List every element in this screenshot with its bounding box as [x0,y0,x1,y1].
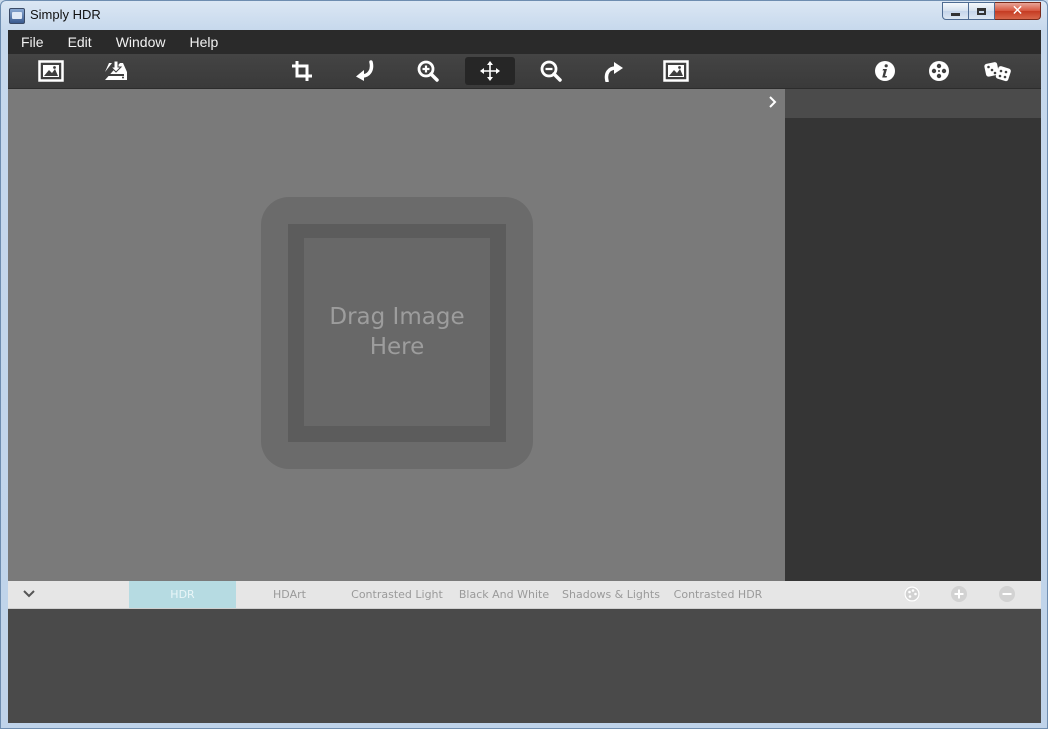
palette-icon [904,586,920,602]
minimize-button[interactable] [942,2,969,20]
drop-zone[interactable]: Drag Image Here [261,197,533,469]
maximize-icon [977,7,986,15]
film-reel-button[interactable] [919,57,959,85]
close-button[interactable]: ✕ [995,2,1041,20]
chevron-right-icon[interactable] [767,95,779,109]
toolbar [8,54,1041,89]
move-arrows-icon [480,61,500,81]
random-button[interactable] [978,57,1018,85]
image-canvas[interactable]: Drag Image Here [8,89,785,581]
crop-icon [292,61,312,81]
window-controls: ✕ [942,2,1041,20]
zoom-out-button[interactable] [531,57,571,85]
rotate-right-arrow-icon [604,62,623,82]
crop-button[interactable] [283,57,323,85]
rotate-left-arrow-icon [356,60,374,81]
chevron-down-icon[interactable] [22,589,36,599]
info-button[interactable] [865,57,905,85]
minimize-icon [951,12,960,16]
preset-tab-hdart[interactable]: HDArt [236,581,343,608]
drop-hint-line1: Drag Image [329,304,465,330]
drop-hint-line2: Here [369,334,425,360]
image-frame-icon [38,60,64,82]
preset-tab-contrasted-light[interactable]: Contrasted Light [344,581,450,608]
close-icon: ✕ [1011,3,1024,19]
palette-button[interactable] [904,586,920,602]
menu-edit[interactable]: Edit [56,34,104,50]
remove-preset-button[interactable] [999,586,1015,602]
menu-window[interactable]: Window [104,34,178,50]
app-client-area: File Edit Window Help Drag Image Here HD… [8,30,1041,723]
menu-help[interactable]: Help [177,34,230,50]
rotate-right-button[interactable] [594,57,634,85]
adjustments-panel [785,89,1041,581]
adjustments-panel-header [785,89,1041,118]
move-button[interactable] [465,57,515,85]
info-icon [875,61,895,81]
preset-tab-hdr[interactable]: HDR [129,581,236,608]
zoom-in-icon [417,60,439,82]
image-frame-icon [663,60,689,82]
drop-zone-inner: Drag Image Here [304,238,490,426]
title-bar[interactable]: Simply HDR ✕ [1,1,1047,30]
minus-icon [1002,593,1012,595]
menu-file[interactable]: File [8,34,56,50]
rotate-left-button[interactable] [345,57,385,85]
preset-tab-black-and-white[interactable]: Black And White [450,581,558,608]
tray-download-icon [105,60,127,80]
dice-icon [984,62,1011,82]
plus-icon [954,589,964,599]
preset-thumbnails-panel [8,609,1041,723]
zoom-in-button[interactable] [408,57,448,85]
menu-bar: File Edit Window Help [8,30,1041,54]
zoom-out-icon [540,60,562,82]
window-title: Simply HDR [30,7,101,22]
open-image-button[interactable] [31,57,71,85]
maximize-button[interactable] [969,2,995,20]
preset-tab-contrasted-hdr[interactable]: Contrasted HDR [664,581,772,608]
fit-image-button[interactable] [656,57,696,85]
save-button[interactable] [96,57,136,85]
app-icon [9,8,25,24]
app-window: Simply HDR ✕ File Edit Window Help Drag … [0,0,1048,729]
add-preset-button[interactable] [951,586,967,602]
presets-bar: HDR HDArt Contrasted Light Black And Whi… [8,581,1041,609]
drop-zone-frame: Drag Image Here [288,224,506,442]
film-reel-icon [929,61,949,81]
preset-tab-shadows-lights[interactable]: Shadows & Lights [558,581,664,608]
